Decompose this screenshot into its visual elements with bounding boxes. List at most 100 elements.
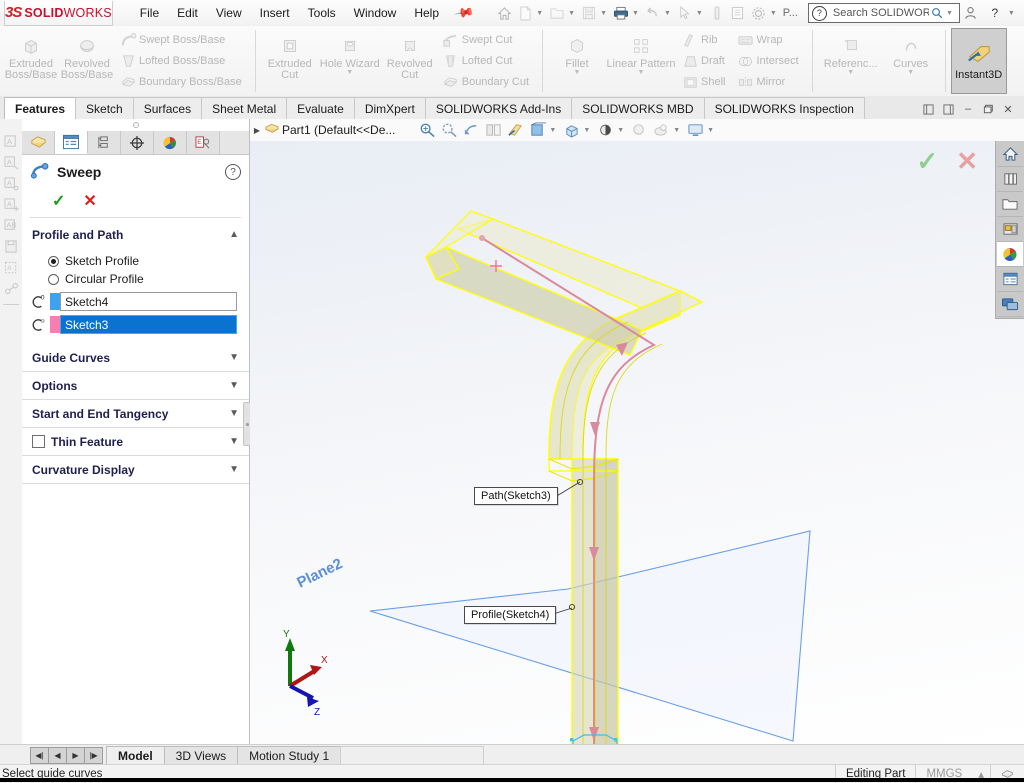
option-sketch-profile[interactable]: Sketch Profile [22,252,249,270]
view-settings-icon[interactable] [651,121,671,140]
expand-tree-icon[interactable]: ▶ [250,126,264,135]
linear-pattern-button[interactable]: Linear Pattern ▼ [605,28,677,94]
help-dropdown-icon[interactable]: ▼ [1008,10,1015,17]
task-pane-file-explorer-icon[interactable] [997,192,1023,217]
annotation-centerline-icon[interactable] [2,280,20,297]
profile-callout[interactable]: Profile(Sketch4) [464,606,557,624]
bottom-tab-motion-study[interactable]: Motion Study 1 [237,745,342,765]
radio-sketch-profile[interactable] [48,255,59,267]
home-icon[interactable] [494,3,514,23]
prev-tab-button[interactable]: ◀ [48,746,67,764]
fillet-button[interactable]: Fillet ▼ [549,28,605,94]
reference-dropdown-icon[interactable]: ▼ [847,69,854,76]
viewport-icon[interactable] [685,121,705,140]
hole-wizard-dropdown-icon[interactable]: ▼ [346,69,353,76]
zoom-to-area-icon[interactable] [439,121,459,140]
configurationmanager-tab[interactable] [88,131,121,154]
chevron-down-icon[interactable]: ▼ [229,352,239,363]
task-pane-custom-properties-icon[interactable] [997,267,1023,292]
annotation-datum-icon[interactable]: AB [2,217,20,234]
options-dropdown-icon[interactable]: ▼ [770,10,777,17]
pushpin-icon[interactable]: 📌 [453,2,475,24]
search-dropdown-icon[interactable]: ▼ [946,10,953,17]
edit-appearance-icon[interactable] [595,121,615,140]
task-pane-view-palette-icon[interactable] [997,217,1023,242]
help-button[interactable]: ? [984,3,1006,23]
graphics-area[interactable]: ✓ ✕ Plane2 Y X Z Path(Sketch3) Profile(S… [250,141,1024,744]
display-style-icon[interactable] [527,121,547,140]
doc-restore-icon[interactable] [978,99,998,119]
collapse-left-icon[interactable] [918,99,938,119]
section-options[interactable]: Options ▼ [22,372,249,400]
linear-pattern-dropdown-icon[interactable]: ▼ [638,69,645,76]
cancel-button[interactable]: ✕ [83,191,96,211]
next-tab-button[interactable]: ▶ [66,746,85,764]
options-gear-icon[interactable] [749,3,769,23]
measure-icon[interactable] [707,3,727,23]
hole-wizard-button[interactable]: Hole Wizard ▼ [318,28,382,94]
search-icon[interactable] [931,5,943,21]
tab-solidworks-inspection[interactable]: SOLIDWORKS Inspection [703,97,865,119]
propertymanager-tab[interactable] [55,131,88,154]
wrap-button[interactable]: Wrap [734,30,803,51]
menu-item-help[interactable]: Help [405,3,448,23]
edit-appearance-dropdown-icon[interactable]: ▼ [617,127,624,134]
viewport-dropdown-icon[interactable]: ▼ [707,127,714,134]
displaymanager-tab[interactable] [154,131,187,154]
tab-dimxpert[interactable]: DimXpert [353,97,426,119]
section-curvature-display[interactable]: Curvature Display ▼ [22,456,249,484]
annotation-surface-finish-icon[interactable]: A [2,175,20,192]
task-pane-forum-icon[interactable] [997,292,1023,317]
chevron-up-icon[interactable]: ▲ [229,229,239,240]
search-solidworks[interactable]: ? ▼ [807,3,960,23]
bottom-tab-model[interactable]: Model [106,745,165,765]
menu-item-insert[interactable]: Insert [251,3,299,23]
draft-button[interactable]: Draft [679,51,730,72]
part-label[interactable]: Part1 (Default<<De... [282,123,395,137]
section-view-icon[interactable] [483,121,503,140]
profile-selection-field[interactable]: Sketch4 [60,292,237,311]
menu-item-view[interactable]: View [207,3,251,23]
doc-close-icon[interactable]: ✕ [998,99,1018,119]
help-question-icon[interactable]: ? [811,5,827,21]
display-style-dropdown-icon[interactable]: ▼ [549,127,556,134]
apply-scene-icon[interactable] [629,121,649,140]
dimxpertmanager-tab[interactable] [121,131,154,154]
hide-show-items-icon[interactable] [561,121,581,140]
new-document-icon[interactable] [515,3,535,23]
select-dropdown-icon[interactable]: ▼ [696,10,703,17]
undo-icon[interactable] [643,3,663,23]
shell-button[interactable]: Shell [679,72,730,93]
rib-button[interactable]: Rib [679,30,730,51]
chevron-down-icon[interactable]: ▼ [229,464,239,475]
open-dropdown-icon[interactable]: ▼ [568,10,575,17]
open-document-icon[interactable] [547,3,567,23]
doc-minimize-icon[interactable]: – [958,99,978,119]
annotation-block-icon[interactable]: A [2,259,20,276]
bottom-tab-3d-views[interactable]: 3D Views [163,745,239,765]
revolved-boss-base-button[interactable]: Revolved Boss/Base [59,28,115,94]
chevron-down-icon[interactable]: ▼ [229,408,239,419]
task-pane-appearances-icon[interactable] [997,242,1023,267]
zoom-to-fit-icon[interactable] [417,121,437,140]
menu-item-tools[interactable]: Tools [299,3,345,23]
featuremanager-tree-tab[interactable] [22,131,55,154]
extruded-boss-base-button[interactable]: Extruded Boss/Base [3,28,59,94]
thin-feature-checkbox[interactable] [32,435,45,448]
tab-sheet-metal[interactable]: Sheet Metal [201,97,288,119]
task-pane-design-library-icon[interactable] [997,167,1023,192]
properties-icon[interactable] [728,3,748,23]
first-tab-button[interactable]: ◀| [30,746,49,764]
revolved-cut-button[interactable]: Revolved Cut [382,28,438,94]
minimize-button[interactable]: – [1020,3,1024,23]
menu-item-file[interactable]: File [131,3,168,23]
chevron-down-icon[interactable]: ▼ [229,436,239,447]
menu-item-window[interactable]: Window [345,3,406,23]
boundary-cut-button[interactable]: Boundary Cut [440,72,534,93]
account-icon[interactable] [960,3,982,23]
collapse-right-icon[interactable] [938,99,958,119]
task-pane-home-icon[interactable] [997,142,1023,167]
annotation-hole-callout-icon[interactable] [2,238,20,255]
option-circular-profile[interactable]: Circular Profile [22,270,249,288]
path-selection-field[interactable]: Sketch3 [60,315,237,334]
